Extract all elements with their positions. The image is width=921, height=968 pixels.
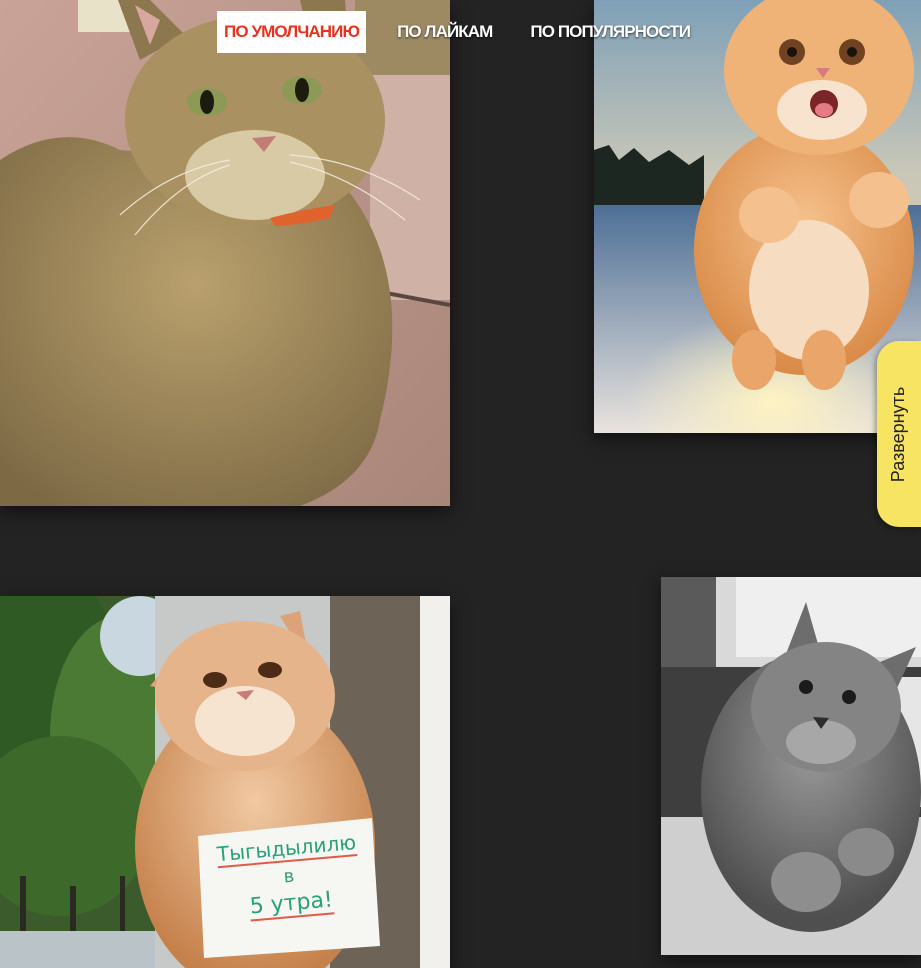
sort-navigation: ПО УМОЛЧАНИЮ ПО ЛАЙКАМ ПО ПОПУЛЯРНОСТИ [217,11,697,53]
photo-card-cat-with-note[interactable]: Тыгыдылилю в 5 утра! [0,596,450,968]
grey-cat-image [661,577,921,955]
expand-tab-label: Развернуть [888,386,909,482]
jumping-cat-image [594,0,921,433]
sort-by-likes-button[interactable]: ПО ЛАЙКАМ [390,11,499,53]
gallery-page: Тыгыдылилю в 5 утра! ПО УМОЛЧАНИЮ ПО ЛАЙ… [0,0,921,968]
photo-card-grey-cat[interactable] [661,577,921,955]
photo-card-jumping-cat[interactable] [594,0,921,433]
sort-default-button[interactable]: ПО УМОЛЧАНИЮ [217,11,367,53]
photo-card-tabby-cat[interactable] [0,0,450,506]
sort-by-popularity-button[interactable]: ПО ПОПУЛЯРНОСТИ [523,11,697,53]
tabby-cat-image [0,0,450,506]
note-line-3: 5 утра! [248,887,334,922]
cat-note: Тыгыдылилю в 5 утра! [200,819,380,958]
expand-tab-button[interactable]: Развернуть [877,341,921,527]
